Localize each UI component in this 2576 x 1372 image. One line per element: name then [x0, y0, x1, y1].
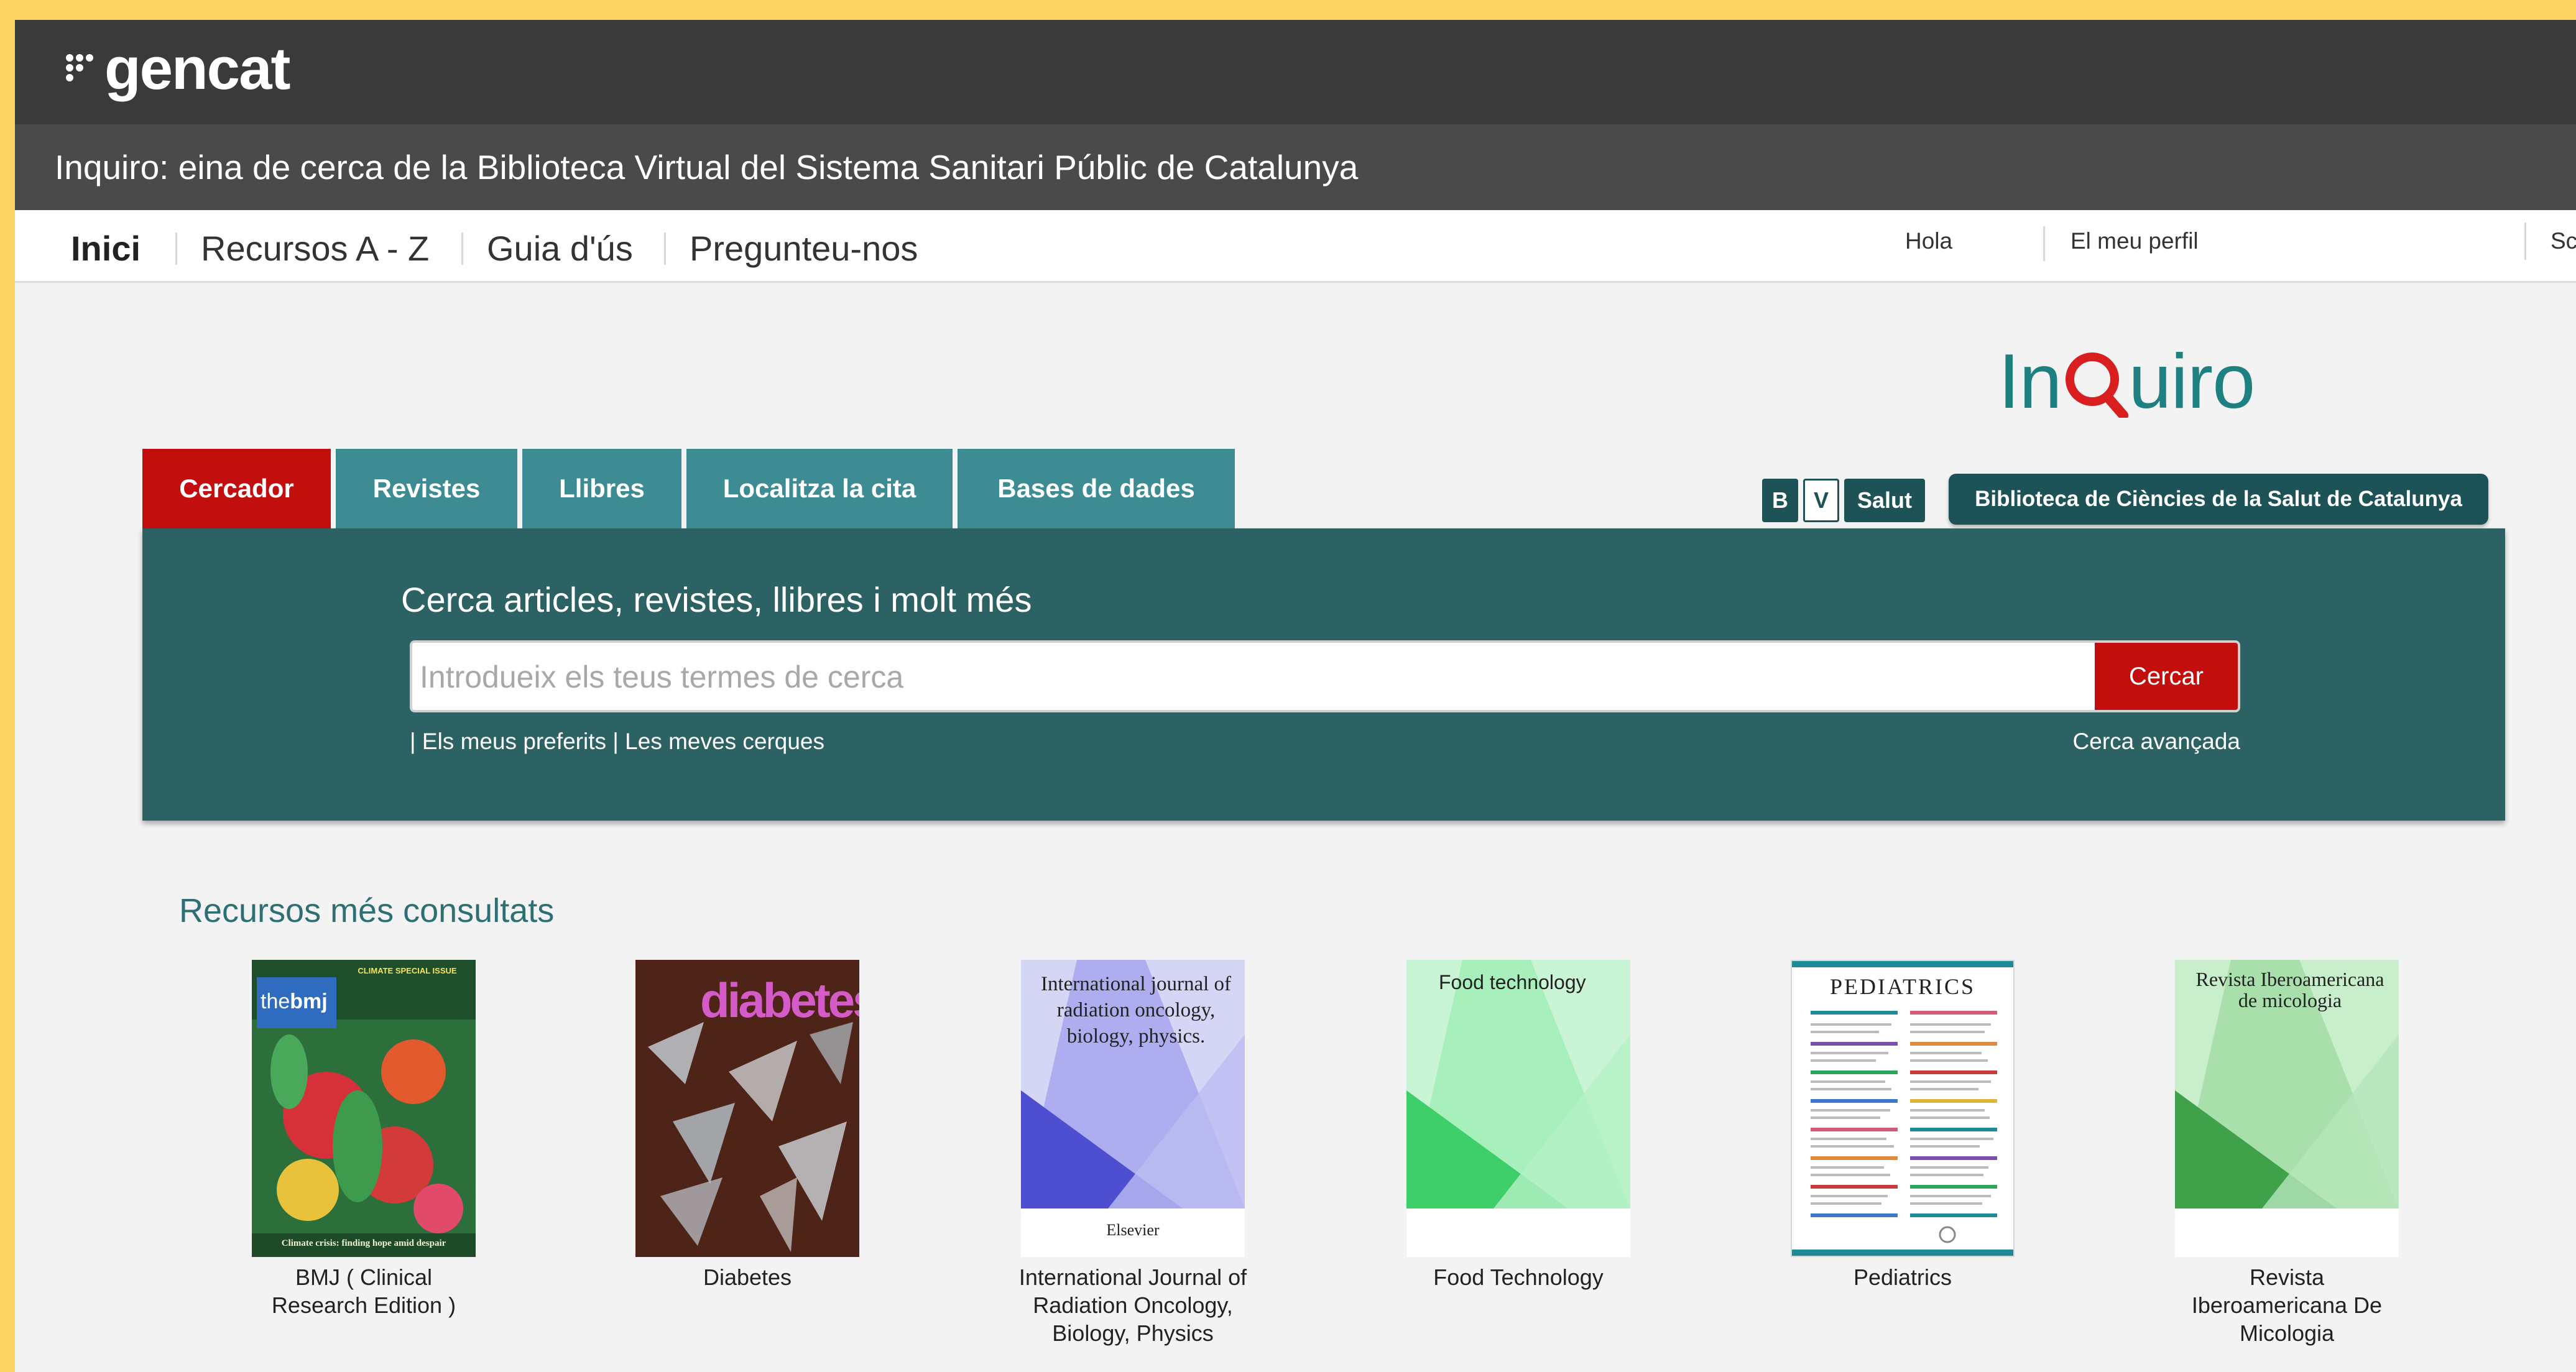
gencat-dots-icon	[66, 54, 93, 81]
library-name-button[interactable]: Biblioteca de Ciències de la Salut de Ca…	[1949, 474, 2488, 525]
main-navigation: Inici Recursos A - Z Guia d'ús Pregunteu…	[15, 210, 2576, 283]
site-subtitle: Inquiro: eina de cerca de la Biblioteca …	[55, 148, 1359, 186]
gencat-logo[interactable]: gencat	[65, 29, 290, 109]
badge-salut: Salut	[1844, 479, 1925, 522]
resource-cover[interactable]: PEDIATRICS	[1791, 960, 2015, 1257]
resource-card[interactable]: Revista Iberoamericana de micologia Revi…	[2172, 960, 2402, 1347]
resources-heading: Recursos més consultats	[179, 892, 555, 929]
resource-cover[interactable]: Revista Iberoamericana de micologia	[2175, 960, 2399, 1257]
advanced-search-link[interactable]: Cerca avançada	[2073, 729, 2240, 755]
nav-guia-us[interactable]: Guia d'ús	[487, 210, 633, 281]
tab-bases-de-dades[interactable]: Bases de dades	[958, 449, 1235, 528]
resource-cover[interactable]: thebmj CLIMATE SPECIAL ISSUE Climate cri…	[252, 960, 476, 1257]
resource-title[interactable]: Food Technology	[1403, 1263, 1633, 1291]
my-profile-link[interactable]: El meu perfil	[2070, 210, 2199, 272]
subtitle-bar: Inquiro: eina de cerca de la Biblioteca …	[15, 124, 2576, 210]
nav-recursos-a-z[interactable]: Recursos A - Z	[201, 210, 429, 281]
resource-card[interactable]: PEDIATRICS Pediatrics	[1788, 960, 2018, 1291]
magnifier-q-icon	[2066, 352, 2129, 418]
radiation-cover-publisher: Elsevier	[1106, 1221, 1160, 1239]
resource-cover[interactable]: International journal of radiation oncol…	[1021, 960, 1245, 1257]
tab-revistes[interactable]: Revistes	[336, 449, 517, 528]
bmj-cover-tag: CLIMATE SPECIAL ISSUE	[358, 966, 457, 975]
tab-localitza-la-cita[interactable]: Localitza la cita	[686, 449, 953, 528]
resource-title[interactable]: BMJ ( Clinical Research Edition )	[249, 1263, 479, 1319]
separator: |	[606, 729, 626, 754]
separator: |	[410, 729, 422, 754]
resource-title[interactable]: Pediatrics	[1788, 1263, 2018, 1291]
logo-text: gencat	[104, 35, 290, 102]
resource-card[interactable]: diabetes Diabetes	[632, 960, 862, 1291]
search-heading: Cerca articles, revistes, llibres i molt…	[401, 580, 1032, 619]
tab-cercador[interactable]: Cercador	[142, 449, 331, 528]
inquiro-logo[interactable]: In uiro	[1998, 343, 2255, 420]
page: gencat Inquiro: eina de cerca de la Bibl…	[15, 20, 2576, 1372]
resource-title[interactable]: International Journal of Radiation Oncol…	[1018, 1263, 1248, 1347]
logo-part-uiro: uiro	[2128, 339, 2255, 425]
nav-inici[interactable]: Inici	[71, 210, 141, 281]
tab-llibres[interactable]: Llibres	[522, 449, 681, 528]
pediatrics-cover-title: PEDIATRICS	[1829, 974, 1976, 999]
resource-title[interactable]: Revista Iberoamericana De Micologia	[2172, 1263, 2402, 1347]
micologia-cover-title: Revista Iberoamericana de micologia	[2195, 968, 2384, 1011]
diabetes-brand-text: diabetes	[700, 973, 859, 1028]
logo-part-in: In	[1998, 339, 2062, 425]
search-panel: Cerca articles, revistes, llibres i molt…	[142, 528, 2505, 821]
greeting-hola: Hola	[1905, 228, 1953, 254]
nav-separator	[2524, 223, 2526, 260]
bmj-brand-text: thebmj	[261, 990, 328, 1013]
badge-letter-v: V	[1803, 479, 1839, 522]
bv-salut-badge[interactable]: B V Salut	[1762, 474, 1925, 522]
nav-separator	[175, 233, 177, 265]
food-cover-art	[1406, 960, 1630, 1257]
favorites-link[interactable]: Els meus preferits	[422, 729, 606, 754]
radiation-cover-title: International journal of radiation oncol…	[1040, 973, 1232, 1047]
nav-separator	[461, 233, 463, 265]
food-cover-title: Food technology	[1439, 971, 1586, 993]
top-bar: gencat	[15, 20, 2576, 124]
my-searches-link[interactable]: Les meves cerques	[625, 729, 824, 754]
resource-title[interactable]: Diabetes	[632, 1263, 862, 1291]
pediatrics-cover-art	[1792, 961, 2013, 1256]
bmj-cover-caption: Climate crisis: finding hope amid despai…	[281, 1238, 446, 1248]
resource-cover[interactable]: Food technology	[1406, 960, 1630, 1257]
brand-area: In uiro B V Salut Biblioteca de Ciències…	[1743, 343, 2502, 548]
nav-separator	[664, 233, 666, 265]
search-input[interactable]	[412, 643, 2094, 710]
nav-truncated-link[interactable]: Sc	[2551, 210, 2576, 272]
badge-letter-b: B	[1762, 479, 1798, 522]
nav-pregunteu-nos[interactable]: Pregunteu-nos	[690, 210, 918, 281]
nav-separator	[2043, 226, 2045, 261]
search-box: Cercar	[410, 640, 2240, 712]
quick-links: | Els meus preferits | Les meves cerques	[410, 729, 824, 755]
resource-card[interactable]: thebmj CLIMATE SPECIAL ISSUE Climate cri…	[249, 960, 479, 1319]
resource-cover[interactable]: diabetes	[635, 960, 859, 1257]
search-button[interactable]: Cercar	[2095, 643, 2238, 710]
resource-card[interactable]: Food technology Food Technology	[1403, 960, 1633, 1291]
resource-card[interactable]: International journal of radiation oncol…	[1018, 960, 1248, 1347]
